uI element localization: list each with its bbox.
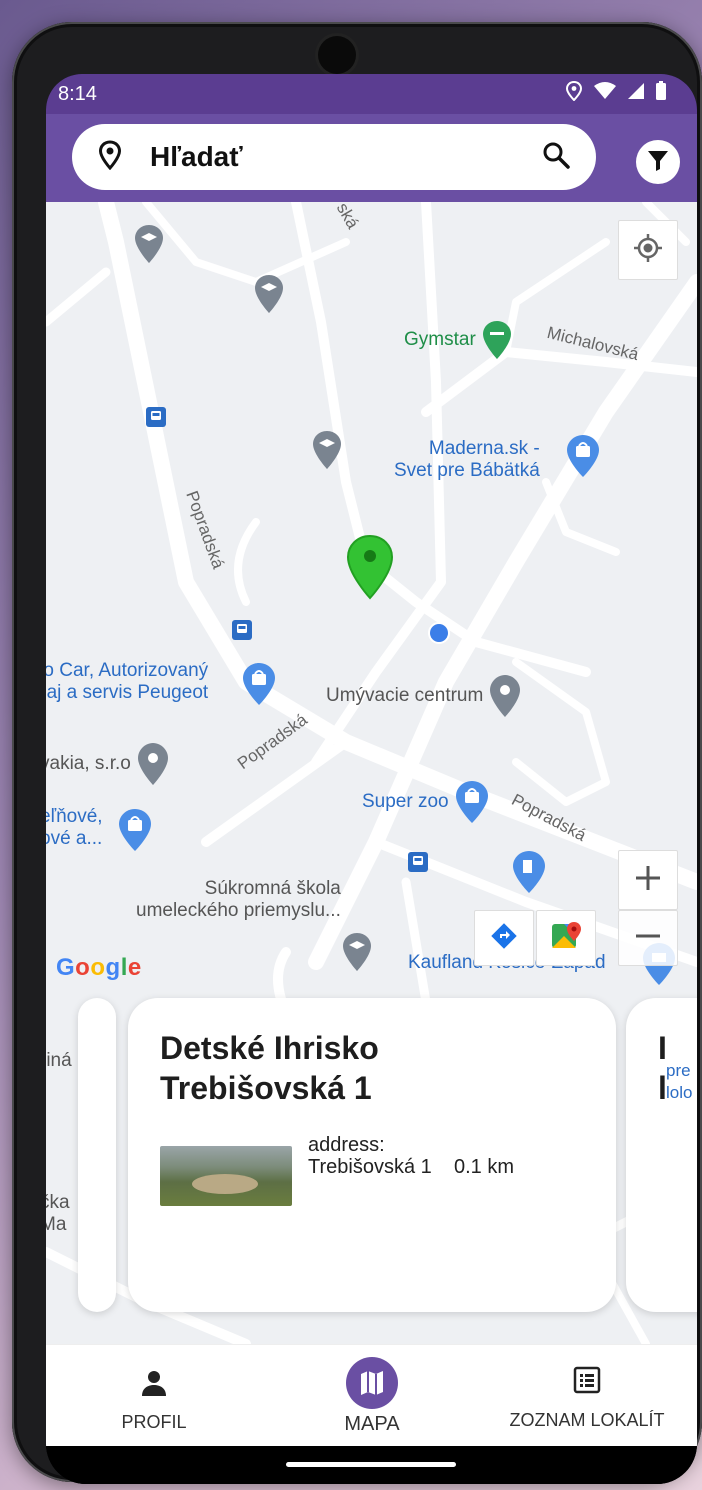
- edge-label-4: Ma: [46, 1214, 67, 1235]
- poi-umyvacie-label: Umývacie centrum: [326, 685, 484, 706]
- list-icon: [572, 1365, 602, 1400]
- battery-icon: [655, 81, 667, 107]
- card-next-snippet: pre lolo: [666, 1060, 692, 1104]
- selected-location-pin-icon[interactable]: [346, 534, 394, 600]
- google-logo-letter: o: [75, 954, 91, 981]
- signal-icon: [627, 82, 645, 106]
- poi-super-zoo-label: Super zoo: [362, 791, 449, 812]
- directions-icon: [490, 922, 518, 955]
- poi-vakia-label: vakia, s.r.o: [46, 753, 131, 774]
- poi-gymstar-label: Gymstar: [404, 329, 476, 350]
- nav-label-profil: PROFIL: [121, 1412, 187, 1432]
- bus-stop-icon-2[interactable]: [232, 620, 252, 640]
- google-logo-letter: G: [56, 954, 76, 981]
- location-card[interactable]: Detské Ihrisko Trebišovská 1 address: Tr…: [128, 998, 616, 1312]
- card-address: address: Trebišovská 1: [308, 1134, 438, 1206]
- nav-item-mapa[interactable]: MAPA: [322, 1345, 422, 1447]
- location-status-icon: [565, 80, 583, 107]
- gym-icon: [482, 321, 511, 359]
- school-poi-icon-2[interactable]: [254, 274, 284, 314]
- map-icon: [346, 1357, 398, 1409]
- poi-skola-label-1: Súkromná škola: [204, 878, 341, 899]
- edge-label-3: čka: [46, 1192, 70, 1213]
- card-next-line-2: lolo: [666, 1083, 693, 1102]
- my-location-dot: [428, 622, 450, 644]
- shopping-bag-icon[interactable]: [566, 434, 600, 478]
- google-logo: Google: [56, 954, 142, 982]
- gas-station-icon[interactable]: [512, 850, 546, 894]
- filter-button[interactable]: [636, 140, 680, 184]
- poi-maderna-label-1: Maderna.sk -: [428, 438, 540, 459]
- app-bar: Hľadať: [46, 114, 697, 202]
- poi-super-zoo[interactable]: Super zoo: [362, 780, 489, 824]
- plus-icon: [634, 864, 662, 897]
- pin-icon-2: [137, 743, 168, 785]
- gesture-area: [46, 1446, 697, 1484]
- location-card-next[interactable]: I l pre lolo: [626, 998, 697, 1312]
- poi-umyvacie-centrum[interactable]: Umývacie centrum: [326, 674, 521, 718]
- google-logo-letter: l: [120, 954, 128, 981]
- front-camera: [318, 36, 356, 74]
- status-bar: 8:14: [46, 74, 697, 114]
- bus-stop-icon-3[interactable]: [408, 852, 428, 872]
- poi-elnove[interactable]: eľňové, ové a...: [46, 806, 103, 850]
- open-google-maps-button[interactable]: [536, 910, 596, 966]
- school-poi-icon-4[interactable]: [342, 932, 372, 972]
- minus-icon: [634, 922, 662, 955]
- poi-car-label-1: o Car, Autorizovaný: [46, 660, 209, 681]
- edge-label-1: riná: [46, 1050, 72, 1071]
- location-card-prev[interactable]: [78, 998, 116, 1312]
- map-view[interactable]: Michalovská Popradská Popradská Popradsk…: [46, 202, 697, 1344]
- poi-maderna[interactable]: Maderna.sk - Svet pre Bábätká: [394, 438, 540, 482]
- poi-vakia[interactable]: vakia, s.r.o: [46, 742, 169, 786]
- phone-frame: 8:14 Hľadať Michalovská Popradská Poprad…: [12, 22, 702, 1484]
- poi-car-label-2: daj a servis Peugeot: [46, 682, 209, 703]
- person-icon: [140, 1369, 168, 1402]
- poi-maderna-label-2: Svet pre Bábätká: [394, 460, 540, 481]
- card-distance: 0.1 km: [454, 1156, 515, 1178]
- card-title: Detské Ihrisko Trebišovská 1: [160, 1030, 379, 1106]
- poi-car-dealer[interactable]: o Car, Autorizovaný daj a servis Peugeot: [46, 660, 208, 704]
- poi-gymstar[interactable]: Gymstar: [404, 320, 512, 360]
- poi-skola-label-2: umeleckého priemyslu...: [136, 900, 341, 921]
- search-icon[interactable]: [542, 141, 570, 174]
- nav-item-zoznam[interactable]: ZOZNAM LOKALÍT: [502, 1345, 672, 1447]
- location-pin-icon: [98, 139, 122, 175]
- poi-edge-left-2: čka Ma: [46, 1192, 70, 1236]
- poi-elnove-label-2: ové a...: [46, 828, 103, 849]
- card-thumbnail: [160, 1146, 292, 1206]
- shopping-bag-icon-4: [455, 781, 488, 823]
- google-logo-letter: g: [105, 954, 121, 981]
- screen: 8:14 Hľadať Michalovská Popradská Poprad…: [46, 74, 697, 1484]
- nav-label-zoznam: ZOZNAM LOKALÍT: [509, 1410, 665, 1430]
- bottom-navigation: PROFIL MAPA ZOZNAM LOKALÍT: [46, 1344, 697, 1446]
- wifi-icon: [593, 82, 617, 106]
- crosshair-icon: [633, 233, 663, 268]
- nav-label-mapa: MAPA: [344, 1413, 400, 1435]
- directions-button[interactable]: [474, 910, 534, 966]
- google-logo-letter: e: [127, 954, 142, 981]
- card-address-label: address:: [308, 1134, 385, 1156]
- status-time: 8:14: [58, 82, 97, 105]
- filter-icon: [646, 148, 670, 177]
- card-address-value: Trebišovská 1: [308, 1156, 432, 1178]
- bus-stop-icon[interactable]: [146, 407, 166, 427]
- search-bar[interactable]: Hľadať: [72, 124, 596, 190]
- school-poi-icon[interactable]: [134, 224, 164, 264]
- zoom-in-button[interactable]: [618, 850, 678, 910]
- pin-icon: [490, 675, 521, 717]
- school-poi-icon-3[interactable]: [312, 430, 342, 470]
- nav-item-profil[interactable]: PROFIL: [104, 1345, 204, 1447]
- poi-skola[interactable]: Súkromná škola umeleckého priemyslu...: [136, 878, 341, 922]
- search-label: Hľadať: [150, 141, 243, 172]
- google-logo-letter: o: [90, 954, 106, 981]
- card-next-line-1: pre: [666, 1061, 691, 1080]
- poi-elnove-label-1: eľňové,: [46, 806, 103, 827]
- home-indicator[interactable]: [286, 1462, 456, 1467]
- google-maps-icon: [550, 920, 582, 957]
- my-location-button[interactable]: [618, 220, 678, 280]
- shopping-bag-icon-2[interactable]: [242, 662, 276, 706]
- zoom-out-button[interactable]: [618, 910, 678, 966]
- shopping-bag-icon-3[interactable]: [118, 808, 152, 852]
